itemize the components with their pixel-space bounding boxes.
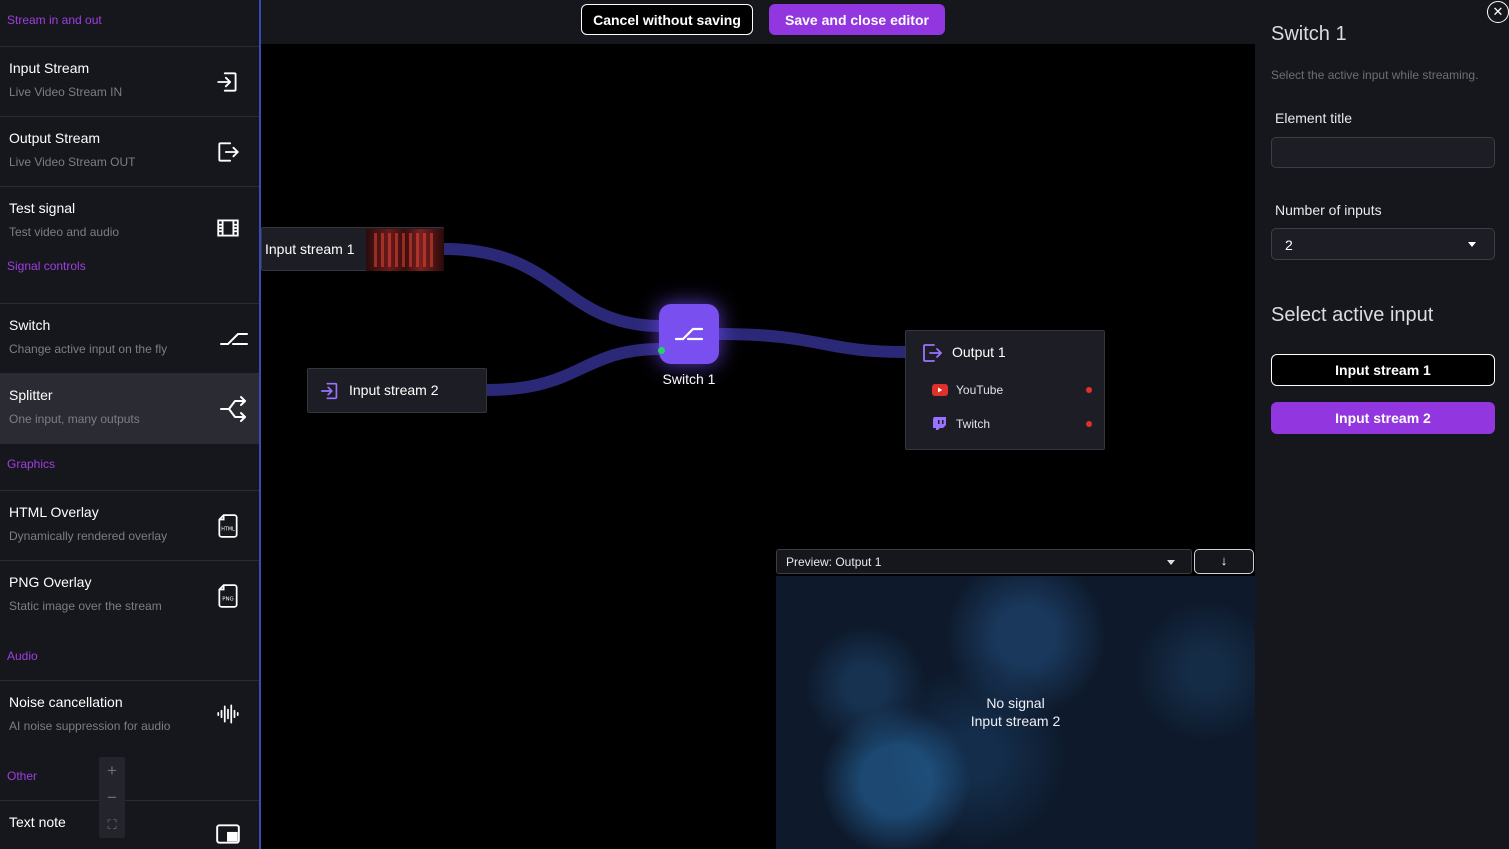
node-output-1[interactable]: Output 1 YouTube Twitch xyxy=(905,330,1105,450)
youtube-icon xyxy=(932,383,948,397)
element-title-input[interactable] xyxy=(1271,137,1495,168)
item-title: Test signal xyxy=(9,200,76,216)
note-icon xyxy=(215,821,241,847)
sidebar-item-splitter[interactable]: Splitter One input, many outputs xyxy=(0,374,259,444)
zoom-controls: + − ⛶ xyxy=(99,757,125,838)
sidebar-item-noise-cancellation[interactable]: Noise cancellation AI noise suppression … xyxy=(0,681,259,751)
node-input-stream-2[interactable]: Input stream 2 xyxy=(307,368,487,413)
sidebar-item-png-overlay[interactable]: PNG Overlay Static image over the stream… xyxy=(0,561,259,631)
preview-selected: Preview: Output 1 xyxy=(786,555,882,569)
editor-toolbar: Cancel without saving Save and close edi… xyxy=(261,0,1255,44)
sidebar-item-test-signal[interactable]: Test signal Test video and audio xyxy=(0,187,259,257)
download-button[interactable]: ↓ xyxy=(1194,549,1254,574)
section-label-graphics: Graphics xyxy=(0,444,259,491)
element-library-sidebar: Stream in and out Input Stream Live Vide… xyxy=(0,0,259,849)
switch-icon xyxy=(219,326,249,352)
svg-text:HTML: HTML xyxy=(221,526,235,532)
no-signal-text: No signal xyxy=(986,695,1045,711)
sidebar-item-text-note[interactable]: Text note xyxy=(0,801,259,849)
wire-switch-output xyxy=(718,328,906,358)
select-input-2-button[interactable]: Input stream 2 xyxy=(1271,402,1495,434)
stream-thumbnail xyxy=(366,229,444,271)
node-switch[interactable] xyxy=(658,304,719,364)
wire-input2-switch xyxy=(486,343,662,396)
panel-title: Switch 1 xyxy=(1271,23,1347,45)
destination-youtube[interactable]: YouTube xyxy=(932,381,1092,401)
preview-panel: Preview: Output 1 ↓ No signal Input stre… xyxy=(776,549,1255,849)
preview-video: No signal Input stream 2 xyxy=(776,576,1255,849)
sidebar-item-switch[interactable]: Switch Change active input on the fly xyxy=(0,304,259,374)
destination-name: YouTube xyxy=(956,383,1004,397)
logout-icon xyxy=(215,139,241,165)
logout-icon xyxy=(920,341,944,365)
section-label-audio: Audio xyxy=(0,631,259,681)
node-label: Output 1 xyxy=(952,344,1006,360)
status-dot xyxy=(1086,421,1092,427)
login-icon xyxy=(215,69,241,95)
panel-subtitle: Select the active input while streaming. xyxy=(1271,68,1479,82)
caret-down-icon xyxy=(1167,560,1175,565)
node-switch-label: Switch 1 xyxy=(662,371,716,387)
node-input-stream-1[interactable]: Input stream 1 xyxy=(261,227,444,271)
caret-down-icon xyxy=(1468,242,1476,247)
zoom-in-button[interactable]: + xyxy=(99,757,125,784)
num-inputs-select[interactable]: 2 xyxy=(1271,228,1495,260)
waveform-icon xyxy=(215,701,241,727)
cancel-button[interactable]: Cancel without saving xyxy=(581,4,753,35)
zoom-out-button[interactable]: − xyxy=(99,784,125,811)
section-label-other: Other xyxy=(0,751,259,801)
sidebar-item-input-stream[interactable]: Input Stream Live Video Stream IN xyxy=(0,47,259,117)
element-title-label: Element title xyxy=(1275,110,1353,126)
arrow-down-icon: ↓ xyxy=(1220,553,1228,568)
login-icon xyxy=(319,380,341,402)
sidebar-item-output-stream[interactable]: Output Stream Live Video Stream OUT xyxy=(0,117,259,187)
svg-text:PNG: PNG xyxy=(222,596,234,602)
splitter-icon xyxy=(219,394,249,422)
sidebar-item-html-overlay[interactable]: HTML Overlay Dynamically rendered overla… xyxy=(0,491,259,561)
editor-app: Stream in and out Input Stream Live Vide… xyxy=(0,0,1509,849)
film-icon xyxy=(215,215,241,241)
fit-view-button[interactable]: ⛶ xyxy=(99,811,125,838)
status-dot xyxy=(1086,387,1092,393)
switch-icon xyxy=(674,327,704,341)
properties-panel: ✕ Switch 1 Select the active input while… xyxy=(1255,0,1509,849)
wire-input1-switch xyxy=(443,243,662,332)
node-label: Input stream 2 xyxy=(349,382,439,398)
select-active-heading: Select active input xyxy=(1271,304,1434,326)
twitch-icon xyxy=(932,417,948,431)
select-input-1-button[interactable]: Input stream 1 xyxy=(1271,354,1495,386)
section-label-signal: Signal controls xyxy=(0,257,259,304)
save-close-button[interactable]: Save and close editor xyxy=(769,4,945,35)
connected-indicator xyxy=(658,347,665,354)
preview-source-select[interactable]: Preview: Output 1 xyxy=(776,549,1192,574)
no-signal-source: Input stream 2 xyxy=(970,713,1061,729)
destination-name: Twitch xyxy=(956,417,991,431)
flow-canvas[interactable]: Input stream 1 Input stream 2 Switch 1 O… xyxy=(261,44,1255,849)
num-inputs-label: Number of inputs xyxy=(1275,202,1382,218)
section-label-stream: Stream in and out xyxy=(0,0,259,47)
destination-twitch[interactable]: Twitch xyxy=(932,415,1092,435)
preview-message: No signal Input stream 2 xyxy=(776,694,1255,730)
png-file-icon: PNG xyxy=(215,583,241,609)
node-label: Input stream 1 xyxy=(265,241,355,257)
num-inputs-value: 2 xyxy=(1285,237,1293,253)
html-file-icon: HTML xyxy=(215,513,241,539)
close-icon[interactable]: ✕ xyxy=(1487,1,1509,23)
